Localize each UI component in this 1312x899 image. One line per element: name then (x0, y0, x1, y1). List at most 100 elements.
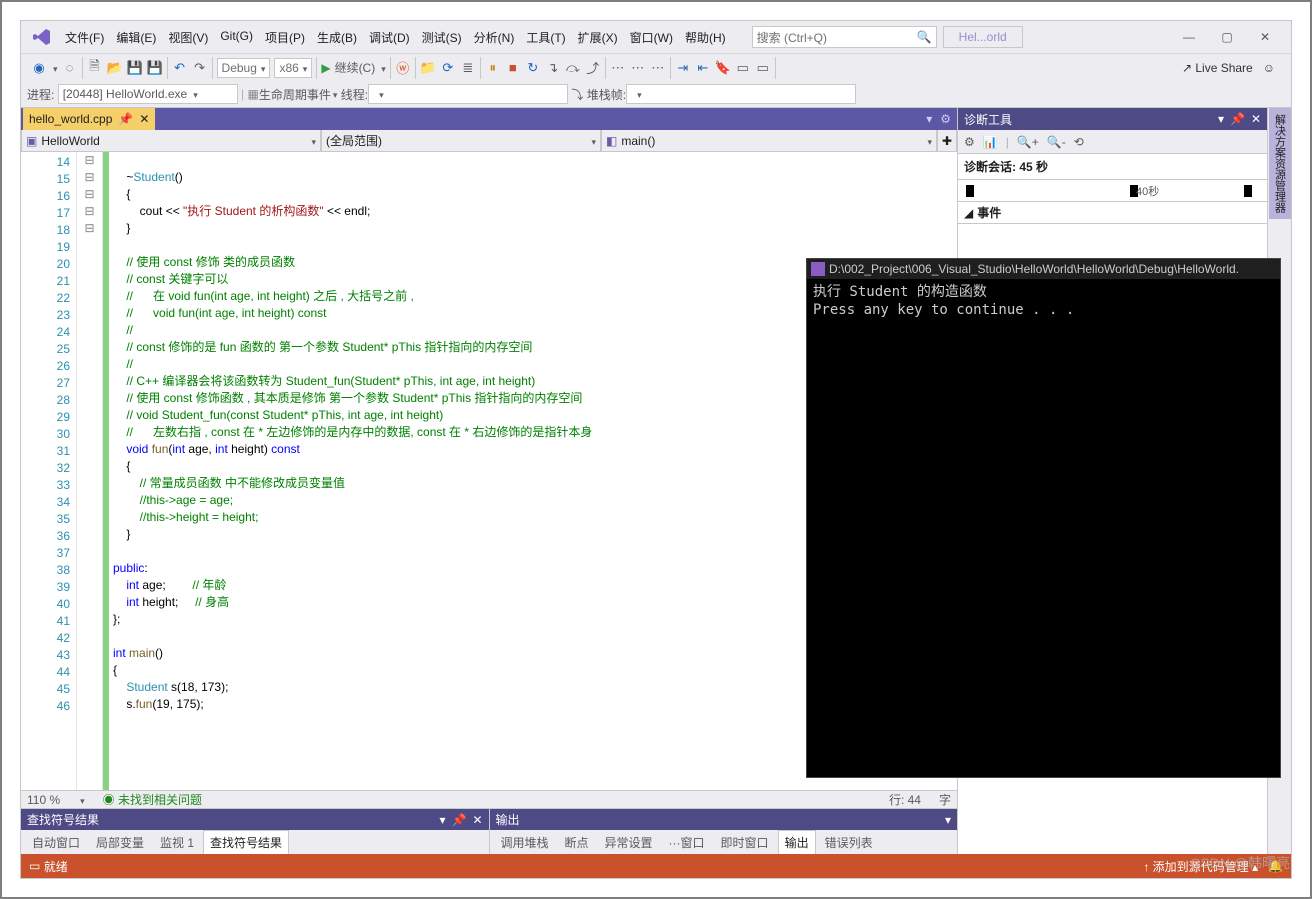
step-over-icon[interactable]: ⤼ (565, 60, 581, 76)
reset-icon[interactable]: ⟲ (1074, 135, 1084, 149)
minimize-button[interactable]: — (1175, 30, 1203, 44)
sync-icon[interactable]: ⟳ (440, 60, 456, 76)
menu-item[interactable]: Git(G) (214, 25, 259, 50)
zoom-out-icon[interactable]: 🔍- (1047, 135, 1066, 149)
menu-item[interactable]: 编辑(E) (110, 25, 162, 50)
process-select[interactable]: [20448] HelloWorld.exe (58, 84, 238, 104)
menu-item[interactable]: 分析(N) (468, 25, 521, 50)
symbol-results-header[interactable]: 查找符号结果 ▾📌✕ (21, 809, 489, 830)
bottom-tab[interactable]: 异常设置 (598, 830, 660, 855)
folder-icon[interactable]: 📁 (420, 60, 436, 76)
tab-active[interactable]: hello_world.cpp 📌 ✕ (23, 108, 155, 130)
menu-item[interactable]: 扩展(X) (572, 25, 624, 50)
bottom-tab[interactable]: 即时窗口 (714, 830, 776, 855)
feedback-icon[interactable]: ☺ (1263, 61, 1275, 75)
save-all-icon[interactable]: 💾 (147, 60, 163, 76)
menu-item[interactable]: 调试(D) (363, 25, 416, 50)
nav-func[interactable]: ◧main() (601, 130, 937, 151)
menu-item[interactable]: 生成(B) (311, 25, 363, 50)
bottom-tab[interactable]: 局部变量 (89, 830, 151, 855)
stop-icon[interactable]: ■ (505, 60, 521, 76)
pause-icon[interactable]: ⏸ (485, 60, 501, 76)
zoom-level[interactable]: 110 % (27, 793, 60, 807)
restart-icon[interactable]: ↻ (525, 60, 541, 76)
play-icon: ▶ (321, 61, 330, 75)
chart-icon[interactable]: 📊 (983, 135, 998, 149)
stack-icon[interactable]: ⤵ (571, 86, 583, 103)
solution-badge[interactable]: Hel...orld (943, 26, 1023, 48)
save-icon[interactable]: 💾 (127, 60, 143, 76)
pin-icon[interactable]: 📌 (1230, 112, 1245, 126)
bottom-tab[interactable]: 输出 (778, 830, 816, 855)
props-icon[interactable]: ≣ (460, 60, 476, 76)
close-icon[interactable]: ✕ (472, 813, 482, 827)
dropdown-icon[interactable]: ▾ (439, 813, 445, 827)
step-out-icon[interactable]: ⤴ (585, 60, 601, 76)
nav-scope[interactable]: (全局范围) (321, 130, 601, 151)
config-select[interactable]: Debug (217, 58, 271, 78)
bottom-tab[interactable]: 查找符号结果 (203, 830, 289, 855)
bottom-tab[interactable]: 错误列表 (818, 830, 880, 855)
tab-label: hello_world.cpp (29, 112, 112, 126)
console-window[interactable]: D:\002_Project\006_Visual_Studio\HelloWo… (806, 258, 1281, 778)
editor-status-bar: 110 % ◉ 未找到相关问题 行: 44 字 (21, 790, 957, 808)
console-titlebar[interactable]: D:\002_Project\006_Visual_Studio\HelloWo… (807, 259, 1280, 279)
tab-gear-icon[interactable]: ⚙ (940, 112, 951, 126)
stack-select[interactable] (626, 84, 856, 104)
dropdown-icon[interactable]: ▾ (1218, 112, 1224, 126)
nav-split-icon[interactable]: ✚ (937, 130, 957, 151)
bottom-tab[interactable]: ···窗口 (662, 830, 712, 855)
undo-icon[interactable]: ↶ (172, 60, 188, 76)
close-button[interactable]: ✕ (1251, 30, 1279, 44)
misc-icon[interactable]: ⋯ (610, 60, 626, 76)
bottom-tab[interactable]: 调用堆栈 (494, 830, 556, 855)
new-file-icon[interactable]: 🗎 (87, 60, 103, 76)
menu-item[interactable]: 测试(S) (416, 25, 468, 50)
zoom-in-icon[interactable]: 🔍+ (1017, 135, 1039, 149)
menu-item[interactable]: 文件(F) (59, 25, 110, 50)
pin-icon[interactable]: 📌 (118, 112, 133, 126)
nav-project[interactable]: ▣HelloWorld (21, 130, 321, 151)
no-issues-label[interactable]: ◉ 未找到相关问题 (103, 791, 202, 808)
open-icon[interactable]: 📂 (107, 60, 123, 76)
diagnostics-events[interactable]: ◢ 事件 (958, 202, 1267, 224)
menu-item[interactable]: 窗口(W) (624, 25, 679, 50)
indent-icon[interactable]: ⇥ (675, 60, 691, 76)
uncomment-icon[interactable]: ▭ (755, 60, 771, 76)
bookmark-icon[interactable]: 🔖 (715, 60, 731, 76)
diagnostics-timeline[interactable]: 40秒 (958, 180, 1267, 202)
platform-select[interactable]: x86 (274, 58, 312, 78)
misc2-icon[interactable]: ⋯ (630, 60, 646, 76)
hot-reload-icon[interactable]: ⓦ (395, 60, 411, 76)
collapse-icon[interactable]: ◢ (964, 206, 973, 220)
nav-back-icon[interactable]: ◉ (31, 60, 47, 76)
menu-item[interactable]: 工具(T) (520, 25, 571, 50)
tab-overflow-icon[interactable]: ▾ (926, 112, 932, 126)
outdent-icon[interactable]: ⇤ (695, 60, 711, 76)
lifecycle-icon[interactable]: ▦ (248, 87, 259, 101)
comment-icon[interactable]: ▭ (735, 60, 751, 76)
bottom-tab[interactable]: 自动窗口 (25, 830, 87, 855)
live-share-button[interactable]: ↗ Live Share (1182, 61, 1253, 75)
close-tab-icon[interactable]: ✕ (139, 112, 149, 126)
output-header[interactable]: 输出 ▾ (490, 809, 958, 830)
menu-item[interactable]: 视图(V) (162, 25, 214, 50)
redo-icon[interactable]: ↷ (192, 60, 208, 76)
diagnostics-header[interactable]: 诊断工具 ▾📌✕ (958, 108, 1267, 130)
thread-select[interactable] (368, 84, 568, 104)
gear-icon[interactable]: ⚙ (964, 135, 975, 149)
nav-fwd-icon[interactable]: ◌ (62, 60, 78, 76)
close-icon[interactable]: ✕ (1251, 112, 1261, 126)
menu-item[interactable]: 项目(P) (259, 25, 311, 50)
outline-guide[interactable]: ⊟⊟⊟⊟⊟ (77, 152, 103, 790)
maximize-button[interactable]: ▢ (1213, 30, 1241, 44)
pin-icon[interactable]: 📌 (451, 813, 466, 827)
step-into-icon[interactable]: ↴ (545, 60, 561, 76)
menu-item[interactable]: 帮助(H) (679, 25, 732, 50)
bottom-tab[interactable]: 断点 (558, 830, 596, 855)
search-box[interactable]: 搜索 (Ctrl+Q) 🔍 (752, 26, 937, 48)
dropdown-icon[interactable]: ▾ (945, 813, 951, 827)
misc3-icon[interactable]: ⋯ (650, 60, 666, 76)
bottom-tab[interactable]: 监视 1 (153, 830, 201, 855)
continue-button[interactable]: ▶ 继续(C) (317, 57, 390, 79)
